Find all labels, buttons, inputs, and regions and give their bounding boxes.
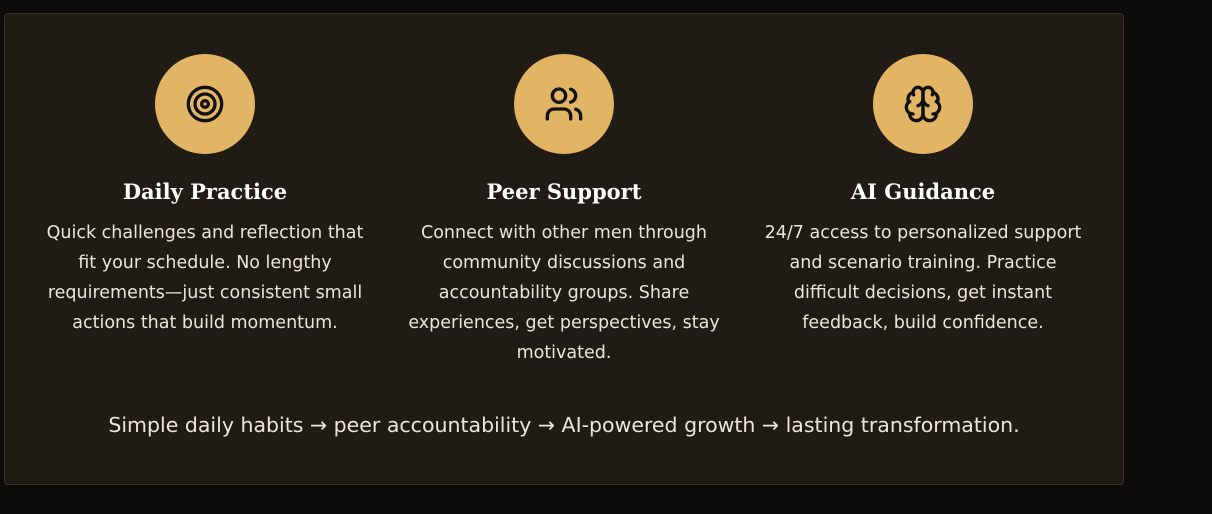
brain-icon [904,85,942,123]
target-icon [186,85,224,123]
features-panel: Daily Practice Quick challenges and refl… [4,13,1124,485]
feature-description: 24/7 access to personalized support and … [764,223,1082,333]
feature-ai-guidance: AI Guidance 24/7 access to personalized … [758,54,1088,338]
features-row: Daily Practice Quick challenges and refl… [5,54,1123,374]
users-icon [545,87,583,121]
ai-guidance-icon-badge [873,54,973,154]
peer-support-icon-badge [514,54,614,154]
feature-title: Daily Practice [122,179,288,204]
feature-description: Quick challenges and reflection that fit… [46,223,364,333]
daily-practice-icon-badge [155,54,255,154]
feature-title: Peer Support [486,179,642,204]
feature-daily-practice: Daily Practice Quick challenges and refl… [40,54,370,338]
feature-title: AI Guidance [850,179,996,204]
tagline: Simple daily habits → peer accountabilit… [108,413,1020,437]
feature-peer-support: Peer Support Connect with other men thro… [399,54,729,368]
feature-description: Connect with other men through community… [408,223,720,363]
